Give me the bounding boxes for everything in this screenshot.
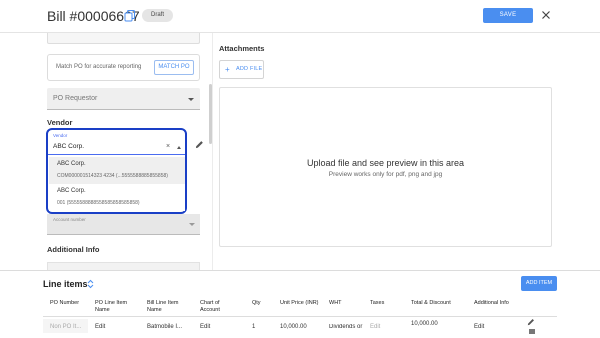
account-number-select[interactable]: Account number bbox=[47, 214, 200, 235]
additional-info-field[interactable] bbox=[47, 262, 200, 270]
add-file-button[interactable]: + ADD FILE bbox=[219, 60, 264, 79]
header-bar: Bill #00006667 Draft SAVE bbox=[0, 0, 600, 33]
line-items-heading: Line items bbox=[43, 279, 88, 289]
cell-qty[interactable]: 1 bbox=[252, 324, 255, 330]
cell-taxes[interactable]: Edit bbox=[370, 324, 380, 330]
copy-icon[interactable] bbox=[124, 10, 136, 22]
column-header-po-line-item: PO Line Item Name bbox=[95, 300, 128, 313]
additional-info-heading: Additional Info bbox=[47, 245, 100, 254]
match-po-card: Match PO for accurate reporting MATCH PO bbox=[47, 54, 200, 81]
save-button[interactable]: SAVE bbox=[483, 8, 533, 23]
cell-total[interactable]: 10,000.00 bbox=[411, 321, 438, 327]
column-header-unit-price: Unit Price (INR) bbox=[280, 300, 319, 306]
cell-wht[interactable]: Dividends or bbox=[329, 324, 365, 330]
vendor-input[interactable]: ABC Corp. bbox=[53, 143, 84, 150]
column-header-qty: Qty bbox=[252, 300, 261, 306]
upload-hint: Preview works only for pdf, png and jpg bbox=[328, 171, 443, 178]
panel-divider bbox=[212, 33, 213, 273]
chevron-up-icon[interactable] bbox=[177, 146, 181, 149]
vendor-section-heading: Vendor bbox=[47, 118, 73, 127]
po-requestor-select[interactable]: PO Requestor bbox=[47, 88, 200, 110]
table-divider bbox=[43, 316, 557, 317]
vendor-option[interactable]: ABC Corp. 001 (5555588888558585858585858… bbox=[49, 184, 185, 211]
subsidiary-select[interactable] bbox=[47, 33, 200, 44]
clear-icon[interactable]: × bbox=[166, 143, 170, 150]
po-requestor-label: PO Requestor bbox=[53, 95, 98, 102]
match-po-button[interactable]: MATCH PO bbox=[154, 60, 194, 75]
column-header-po-number: PO Number bbox=[50, 300, 80, 306]
column-header-chart-of-account: Chart of Account bbox=[200, 300, 220, 313]
cell-chart-of-account[interactable]: Edit bbox=[200, 324, 210, 330]
cell-bill-line-item[interactable]: Batmobile I... bbox=[147, 324, 182, 330]
vendor-option-name: ABC Corp. bbox=[57, 188, 86, 194]
line-items-section: Line items ADD ITEM PO Number PO Line It… bbox=[0, 270, 600, 338]
upload-dropzone[interactable]: Upload file and see preview in this area… bbox=[219, 87, 552, 247]
vendor-underline bbox=[48, 154, 185, 155]
account-number-label: Account number bbox=[53, 217, 86, 222]
cell-po-number[interactable]: Non PO It... bbox=[50, 324, 81, 330]
cell-additional-info[interactable]: Edit bbox=[474, 324, 484, 330]
delete-icon[interactable] bbox=[529, 329, 535, 334]
sort-icon[interactable] bbox=[87, 279, 94, 289]
vendor-option-detail: 001 (5555588888558585858585858) bbox=[57, 200, 140, 206]
cell-po-line-item[interactable]: Edit bbox=[95, 324, 105, 330]
vendor-option[interactable]: ABC Corp. COM000001514323 4234 (...55555… bbox=[49, 157, 185, 184]
edit-row-icon[interactable] bbox=[527, 318, 535, 326]
chevron-down-icon bbox=[189, 223, 195, 226]
column-header-wht: WHT bbox=[329, 300, 342, 306]
add-item-button[interactable]: ADD ITEM bbox=[521, 276, 557, 291]
vendor-autocomplete[interactable]: Vendor ABC Corp. × ABC Corp. COM00000151… bbox=[46, 128, 187, 214]
vendor-option-detail: COM000001514323 4234 (...555558888585585… bbox=[57, 173, 168, 179]
column-header-taxes: Taxes bbox=[370, 300, 385, 306]
status-badge: Draft bbox=[142, 9, 174, 22]
match-po-text: Match PO for accurate reporting bbox=[56, 64, 142, 70]
edit-vendor-icon[interactable] bbox=[195, 140, 204, 149]
close-icon[interactable] bbox=[540, 9, 552, 21]
vendor-field-label: Vendor bbox=[53, 133, 68, 138]
column-header-additional-info: Additional Info bbox=[474, 300, 509, 306]
attachments-heading: Attachments bbox=[219, 44, 265, 53]
vendor-option-name: ABC Corp. bbox=[57, 161, 86, 167]
plus-icon: + bbox=[225, 65, 230, 74]
upload-instruction: Upload file and see preview in this area bbox=[306, 158, 465, 168]
column-header-bill-line-item: Bill Line Item Name bbox=[147, 300, 179, 313]
chevron-down-icon bbox=[188, 98, 194, 101]
cell-unit-price[interactable]: 10,000.00 bbox=[280, 324, 307, 330]
column-header-total-discount: Total & Discount bbox=[411, 300, 451, 306]
add-file-label: ADD FILE bbox=[236, 66, 263, 72]
